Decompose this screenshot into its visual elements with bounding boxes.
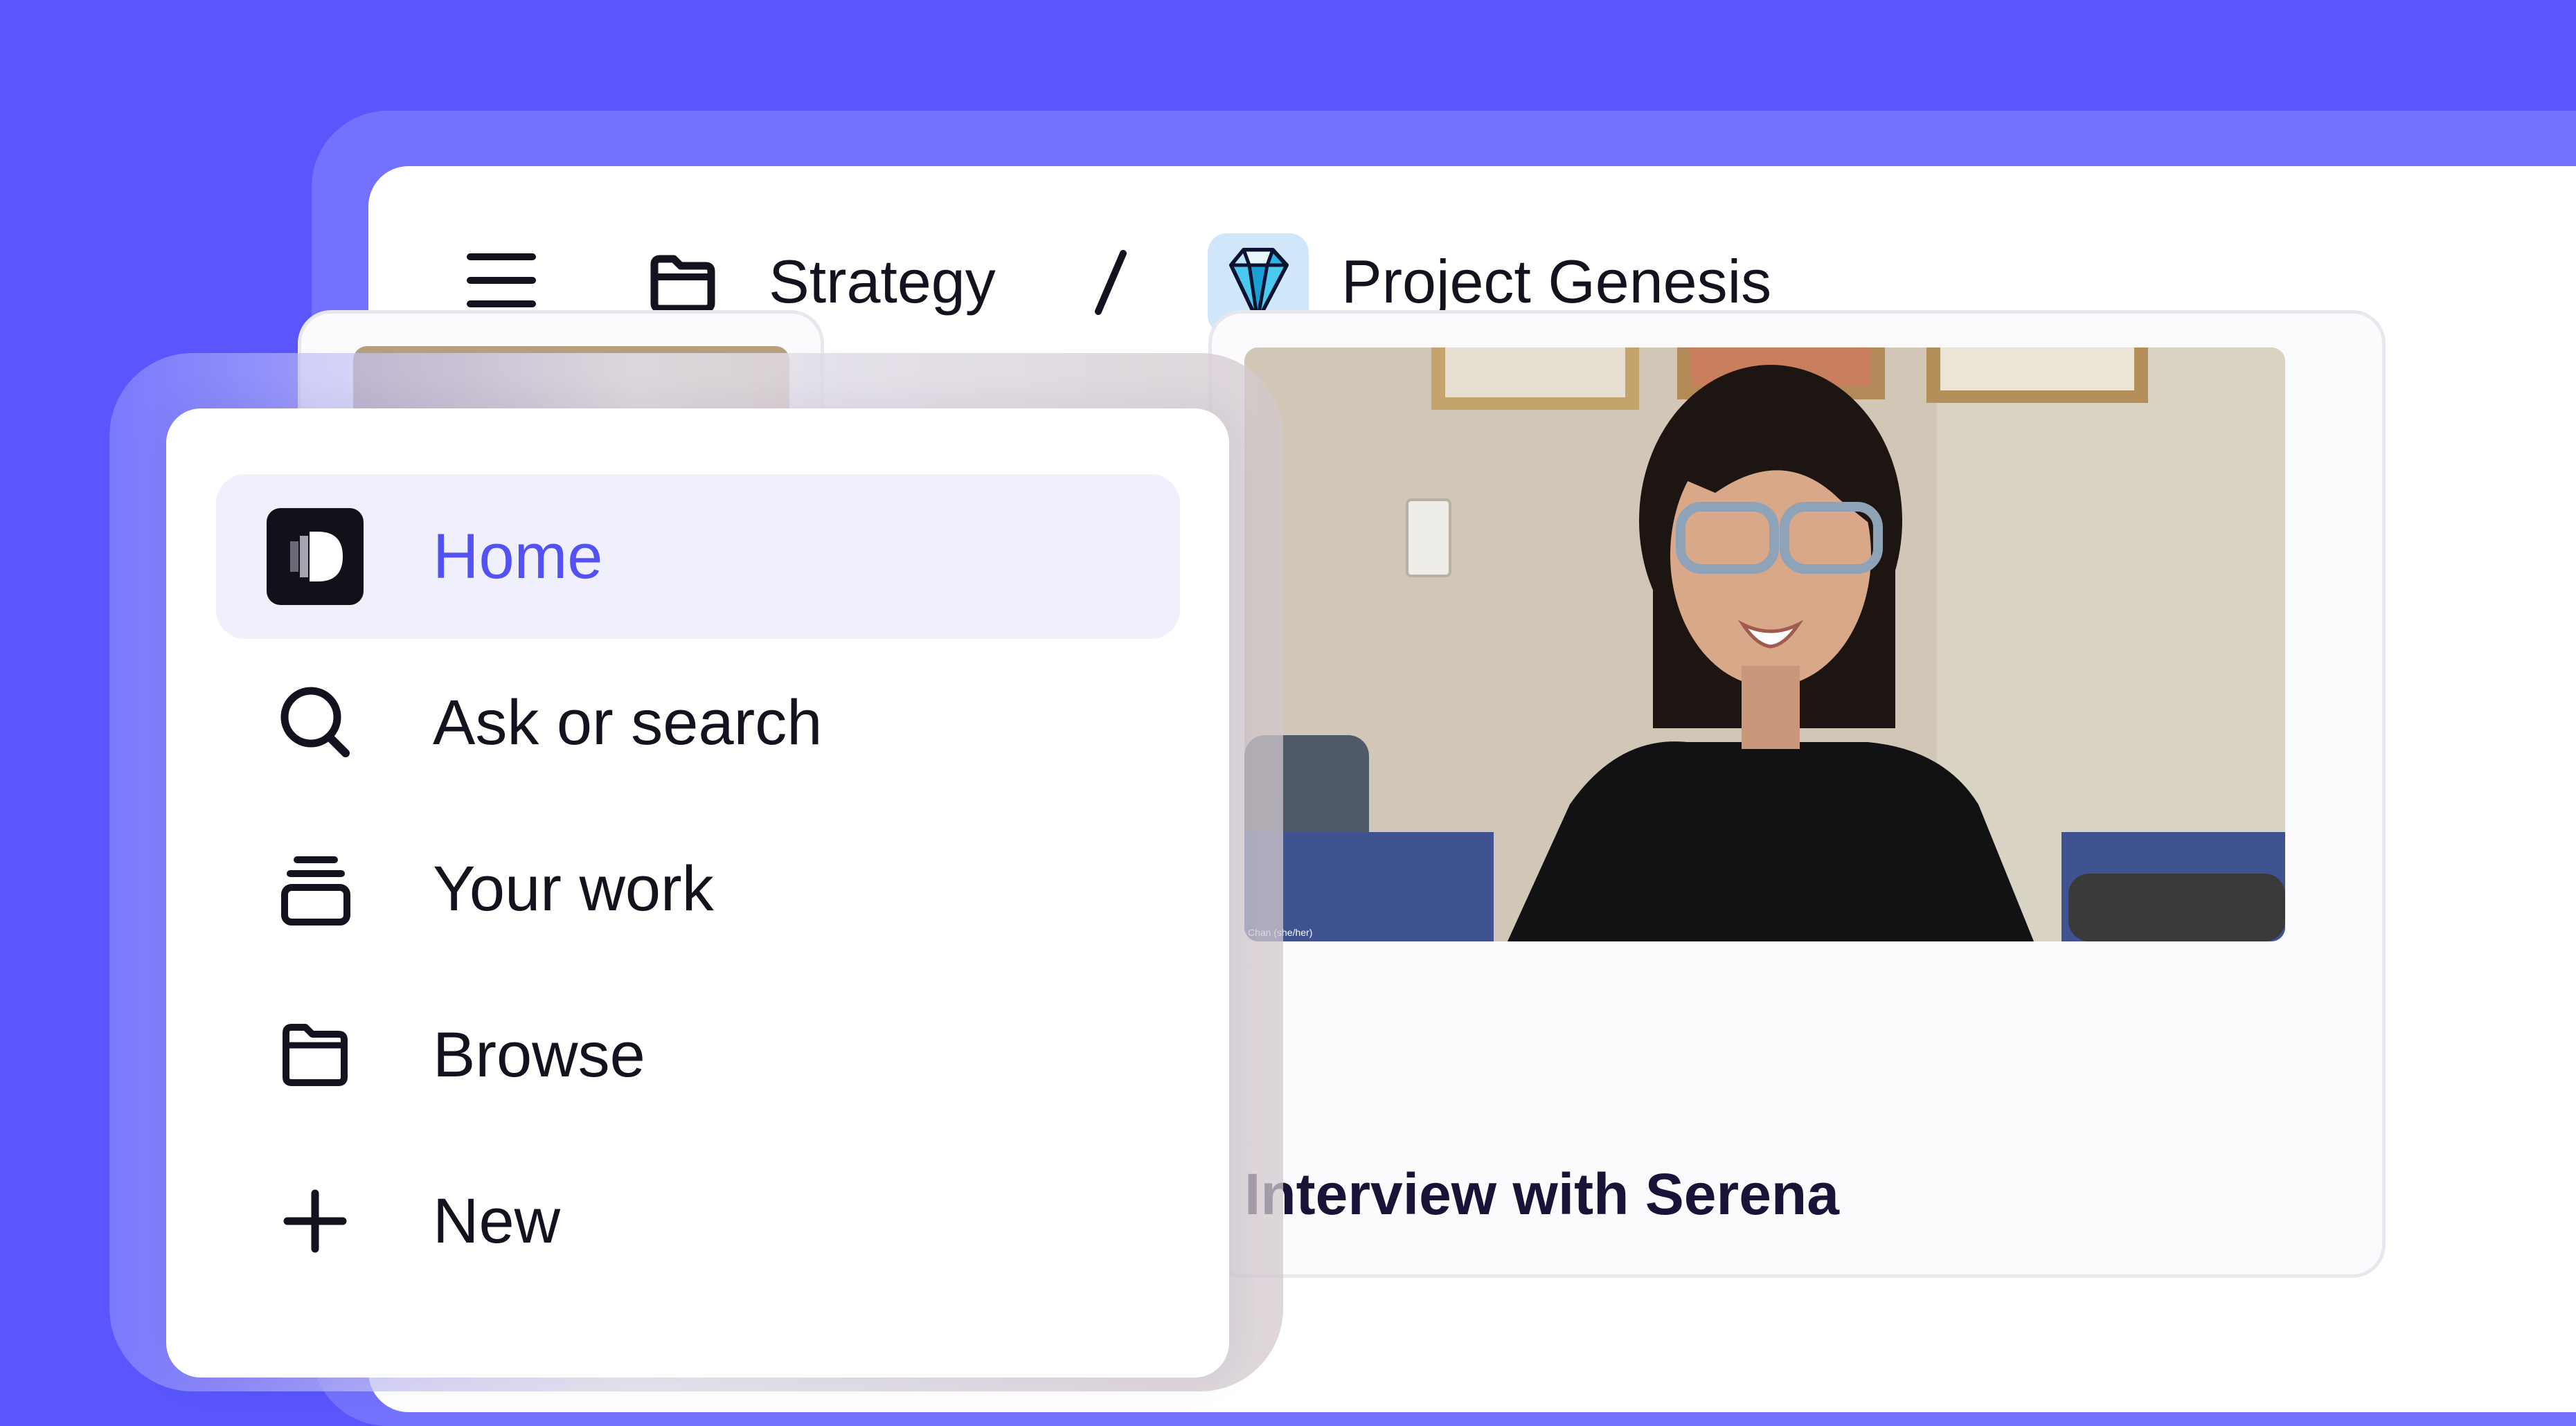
nav-item-new[interactable]: New — [216, 1139, 1180, 1303]
nav-item-your-work[interactable]: Your work — [216, 806, 1180, 971]
breadcrumb-folder[interactable]: Strategy — [769, 244, 996, 320]
folder-icon — [650, 255, 715, 313]
nav-panel: Home Ask or search Your work Browse New — [166, 408, 1229, 1378]
nav-label-new: New — [433, 1186, 561, 1256]
nav-item-home[interactable]: Home — [216, 474, 1180, 639]
search-icon — [280, 687, 350, 757]
nav-item-browse[interactable]: Browse — [216, 973, 1180, 1137]
app-logo-icon — [267, 508, 364, 605]
nav-label-home: Home — [433, 521, 603, 592]
nav-label-browse: Browse — [433, 1020, 645, 1090]
folder-icon — [283, 1024, 348, 1086]
hamburger-menu-icon[interactable] — [467, 253, 536, 307]
video-thumbnail-interview[interactable]: Chan (she/her) — [1244, 348, 2285, 941]
nav-label-ask-search: Ask or search — [433, 687, 823, 758]
breadcrumb-separator — [1095, 250, 1127, 315]
card-title[interactable]: Interview with Serena — [1244, 1159, 1839, 1229]
nav-label-your-work: Your work — [433, 854, 714, 924]
plus-icon — [283, 1189, 347, 1253]
nav-item-ask-search[interactable]: Ask or search — [216, 640, 1180, 805]
breadcrumb-project[interactable]: Project Genesis — [1341, 244, 1771, 320]
stack-icon — [281, 856, 350, 926]
